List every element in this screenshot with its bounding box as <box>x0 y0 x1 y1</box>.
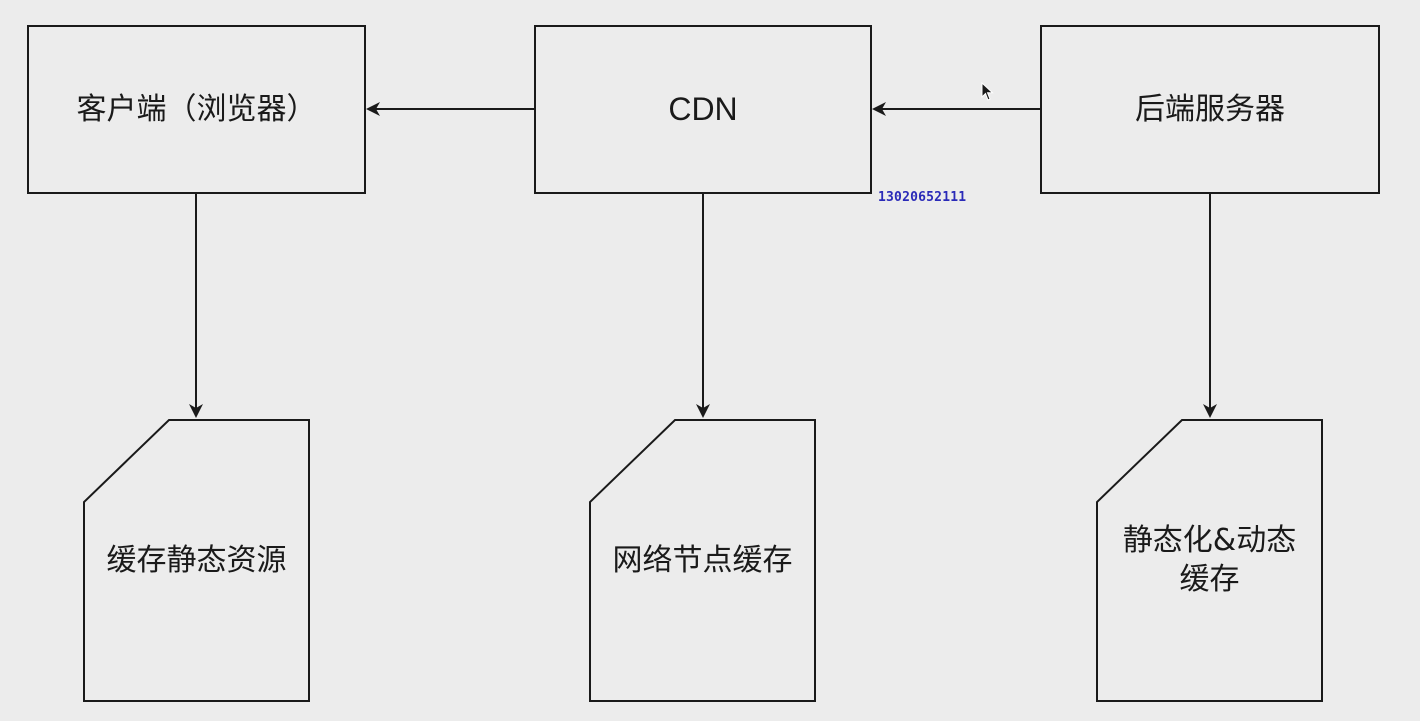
mouse-pointer-icon <box>981 82 994 101</box>
client-cache-doc <box>83 419 310 702</box>
client-box <box>27 25 366 194</box>
diagram-shapes <box>27 25 1380 702</box>
diagram-canvas: 客户端（浏览器） CDN 后端服务器 缓存静态资源 网络节点缓存 静态化&动态 … <box>0 0 1420 721</box>
backend-box <box>1040 25 1380 194</box>
watermark-text: 13020652111 <box>878 190 967 205</box>
cdn-cache-doc <box>589 419 816 702</box>
backend-cache-doc <box>1096 419 1323 702</box>
cdn-box <box>534 25 872 194</box>
